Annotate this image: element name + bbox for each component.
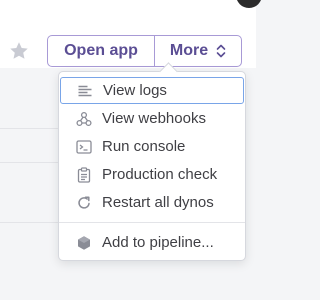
menu-item-label: Run console <box>102 138 186 155</box>
menu-separator <box>59 222 245 223</box>
webhooks-icon <box>76 111 92 126</box>
chevron-up-down-icon <box>216 44 226 58</box>
menu-item-label: Production check <box>102 166 218 183</box>
pipeline-icon <box>78 235 90 250</box>
open-app-button[interactable]: Open app <box>48 36 155 66</box>
open-app-label: Open app <box>64 42 138 59</box>
menu-item-view-logs[interactable]: View logs <box>60 77 244 104</box>
more-dropdown-menu: View logs View webhooks Run console Prod… <box>58 71 246 261</box>
menu-item-run-console[interactable]: Run console <box>60 133 244 160</box>
list-divider <box>0 162 60 163</box>
console-icon <box>76 139 92 154</box>
app-header: Open app More <box>0 0 262 68</box>
more-label: More <box>169 42 209 59</box>
clipboard-check-icon <box>77 166 91 183</box>
menu-item-restart-all-dynos[interactable]: Restart all dynos <box>60 189 244 216</box>
logs-icon <box>78 85 92 96</box>
menu-item-view-webhooks[interactable]: View webhooks <box>60 105 244 132</box>
list-divider <box>0 222 60 223</box>
menu-item-production-check[interactable]: Production check <box>60 161 244 188</box>
star-icon[interactable] <box>8 40 30 62</box>
menu-item-add-to-pipeline[interactable]: Add to pipeline... <box>60 229 244 256</box>
menu-item-label: View webhooks <box>102 110 206 127</box>
menu-item-label: Restart all dynos <box>102 194 214 211</box>
list-divider <box>0 128 60 129</box>
menu-item-label: View logs <box>103 82 167 99</box>
avatar[interactable] <box>236 0 262 8</box>
restart-icon <box>78 195 90 209</box>
app-actions-button-group: Open app More <box>47 35 242 67</box>
menu-item-label: Add to pipeline... <box>102 234 214 251</box>
